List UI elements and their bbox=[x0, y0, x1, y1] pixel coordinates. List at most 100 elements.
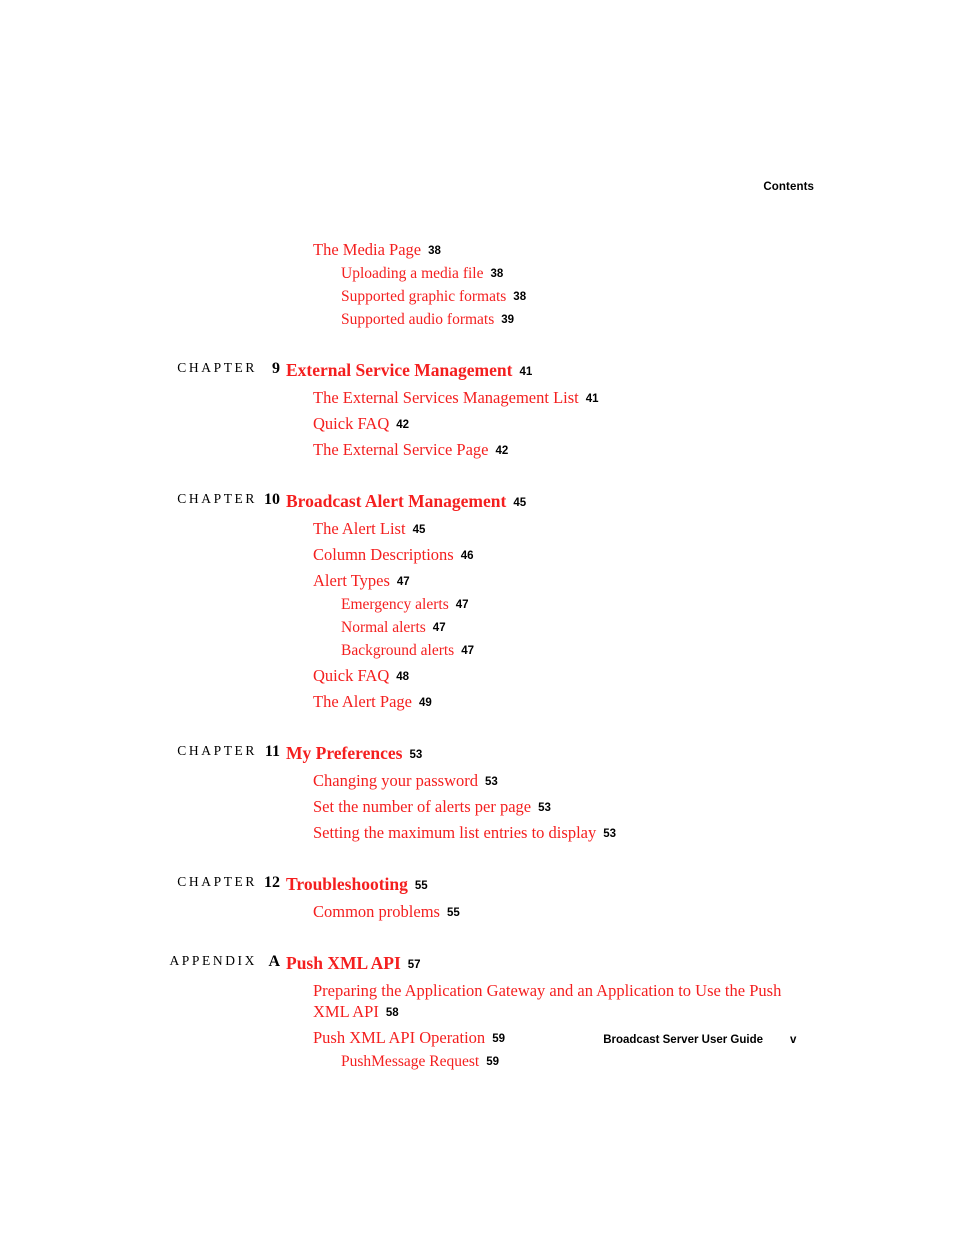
toc-entry[interactable]: PushMessage Request 59 bbox=[0, 1052, 954, 1073]
toc-entry[interactable]: Alert Types 47 bbox=[0, 571, 954, 593]
toc-chapter-number: 10 bbox=[264, 491, 280, 508]
toc-entry[interactable]: Set the number of alerts per page 53 bbox=[0, 797, 954, 819]
toc-entry-page-number: 58 bbox=[385, 1007, 399, 1019]
toc-entry[interactable]: Supported graphic formats 38 bbox=[0, 287, 954, 308]
toc-entry-label: Common problems bbox=[313, 902, 440, 921]
toc-entry[interactable]: Common problems 55 bbox=[0, 902, 954, 924]
toc-entry[interactable]: Quick FAQ 42 bbox=[0, 414, 954, 436]
toc-chapter-group: CHAPTER 9 External Service Management 41 The… bbox=[0, 360, 954, 462]
toc-entry-label: The External Service Page bbox=[313, 440, 489, 459]
toc-chapter-heading[interactable]: CHAPTER 11 My Preferences 53 bbox=[0, 743, 954, 769]
toc-chapter-title: Push XML API bbox=[286, 953, 401, 973]
toc-chapter-group: CHAPTER 10 Broadcast Alert Management 45 The… bbox=[0, 491, 954, 714]
toc-entry[interactable]: Changing your password 53 bbox=[0, 771, 954, 793]
toc-chapter-title: Troubleshooting bbox=[286, 874, 408, 894]
toc-chapter-number: 9 bbox=[272, 360, 280, 377]
toc-entry-page-number: 48 bbox=[396, 671, 410, 683]
toc-chapter-page-number: 55 bbox=[414, 880, 428, 892]
toc-entry-label: Supported graphic formats bbox=[341, 288, 507, 305]
toc-entry-page-number: 42 bbox=[495, 445, 509, 457]
toc-entry-label: The Media Page bbox=[313, 240, 422, 259]
toc-entry-label: Uploading a media file bbox=[341, 265, 484, 282]
toc-entry-page-number: 47 bbox=[455, 599, 469, 611]
toc-entry[interactable]: Background alerts 47 bbox=[0, 641, 954, 662]
toc-entry-page-number: 49 bbox=[418, 697, 432, 709]
toc-entry-label: Normal alerts bbox=[341, 619, 426, 636]
toc-entry[interactable]: The External Services Management List 41 bbox=[0, 388, 954, 410]
toc-chapter-page-number: 45 bbox=[513, 497, 527, 509]
toc-chapter-title-wrap: Troubleshooting 55 bbox=[286, 874, 428, 895]
toc-entry-label: Quick FAQ bbox=[313, 414, 390, 433]
toc-entry-page-number: 38 bbox=[513, 291, 527, 303]
footer-book-title: Broadcast Server User Guide bbox=[603, 1034, 763, 1046]
toc-chapter-number: 12 bbox=[264, 874, 280, 891]
toc-entry[interactable]: The Alert Page 49 bbox=[0, 692, 954, 714]
table-of-contents: The Media Page 38 Uploading a media file 38… bbox=[0, 236, 954, 1073]
toc-entry[interactable]: The Alert List 45 bbox=[0, 519, 954, 541]
toc-entry-label: Alert Types bbox=[313, 571, 390, 590]
toc-chapter-group: APPENDIX A Push XML API 57 Preparing the App… bbox=[0, 953, 954, 1073]
running-head: Contents bbox=[763, 181, 814, 193]
toc-chapter-number: 11 bbox=[264, 743, 280, 760]
toc-chapter-kicker: CHAPTER bbox=[177, 874, 257, 889]
toc-chapter-title-wrap: Push XML API 57 bbox=[286, 953, 421, 974]
toc-entry-page-number: 38 bbox=[490, 268, 504, 280]
toc-entry[interactable]: The Media Page 38 bbox=[0, 240, 954, 262]
toc-page: Contents The Media Page 38 Uploading a med… bbox=[0, 0, 954, 1235]
toc-chapter-kicker: CHAPTER bbox=[177, 743, 257, 758]
toc-chapter-heading[interactable]: APPENDIX A Push XML API 57 bbox=[0, 953, 954, 979]
toc-entry-page-number: 45 bbox=[412, 524, 426, 536]
toc-chapter-number: A bbox=[268, 953, 280, 970]
toc-continued-group: The Media Page 38 Uploading a media file 38… bbox=[0, 240, 954, 331]
toc-entry-page-number: 53 bbox=[603, 828, 617, 840]
toc-entry-label: PushMessage Request bbox=[341, 1053, 480, 1070]
toc-entry[interactable]: Preparing the Application Gateway and an… bbox=[0, 981, 954, 1024]
toc-entry-label: The Alert List bbox=[313, 519, 406, 538]
toc-entry-label: Preparing the Application Gateway and an… bbox=[313, 981, 782, 1021]
toc-chapter-group: CHAPTER 11 My Preferences 53 Changing your p… bbox=[0, 743, 954, 845]
toc-entry[interactable]: Column Descriptions 46 bbox=[0, 545, 954, 567]
toc-chapter-kicker: APPENDIX bbox=[169, 953, 257, 968]
toc-chapter-heading[interactable]: CHAPTER 9 External Service Management 41 bbox=[0, 360, 954, 386]
toc-chapter-title-wrap: External Service Management 41 bbox=[286, 360, 532, 381]
toc-chapter-heading[interactable]: CHAPTER 10 Broadcast Alert Management 45 bbox=[0, 491, 954, 517]
toc-entry[interactable]: Setting the maximum list entries to disp… bbox=[0, 823, 954, 845]
toc-chapter-title-wrap: My Preferences 53 bbox=[286, 743, 422, 764]
toc-entry-page-number: 41 bbox=[585, 393, 599, 405]
toc-entry-page-number: 55 bbox=[446, 907, 460, 919]
toc-entry-page-number: 38 bbox=[428, 245, 441, 257]
toc-entry-page-number: 59 bbox=[486, 1056, 499, 1068]
toc-chapter-kicker: CHAPTER bbox=[177, 360, 257, 375]
toc-chapter-title: Broadcast Alert Management bbox=[286, 491, 507, 511]
toc-chapter-title: External Service Management bbox=[286, 360, 513, 380]
footer-page-number: v bbox=[790, 1034, 797, 1046]
toc-entry[interactable]: Normal alerts 47 bbox=[0, 618, 954, 639]
toc-entry-label: Quick FAQ bbox=[313, 666, 390, 685]
toc-chapter-page-number: 41 bbox=[519, 366, 533, 378]
toc-entry-page-number: 53 bbox=[538, 802, 551, 814]
toc-entry-label: Emergency alerts bbox=[341, 596, 449, 613]
toc-entry[interactable]: Quick FAQ 48 bbox=[0, 666, 954, 688]
toc-entry-label: The External Services Management List bbox=[313, 388, 579, 407]
toc-entry[interactable]: Uploading a media file 38 bbox=[0, 264, 954, 285]
toc-entry-page-number: 47 bbox=[396, 576, 410, 588]
toc-entry-label: Supported audio formats bbox=[341, 311, 495, 328]
toc-entry-page-number: 47 bbox=[432, 622, 446, 634]
toc-entry-page-number: 47 bbox=[461, 645, 474, 657]
toc-entry-label: Set the number of alerts per page bbox=[313, 797, 532, 816]
page-footer: Broadcast Server User Guide v bbox=[0, 1034, 954, 1054]
toc-entry[interactable]: Supported audio formats 39 bbox=[0, 310, 954, 331]
toc-chapter-page-number: 53 bbox=[409, 749, 423, 761]
toc-entry-page-number: 39 bbox=[501, 314, 515, 326]
toc-entry[interactable]: Emergency alerts 47 bbox=[0, 595, 954, 616]
toc-entry-page-number: 53 bbox=[484, 776, 498, 788]
toc-chapter-title: My Preferences bbox=[286, 743, 403, 763]
toc-entry[interactable]: The External Service Page 42 bbox=[0, 440, 954, 462]
toc-entry-label: The Alert Page bbox=[313, 692, 412, 711]
toc-entry-page-number: 42 bbox=[396, 419, 410, 431]
toc-chapter-title-wrap: Broadcast Alert Management 45 bbox=[286, 491, 526, 512]
toc-entry-page-number: 46 bbox=[460, 550, 474, 562]
toc-chapter-group: CHAPTER 12 Troubleshooting 55 Common problem… bbox=[0, 874, 954, 924]
toc-chapter-heading[interactable]: CHAPTER 12 Troubleshooting 55 bbox=[0, 874, 954, 900]
toc-chapter-page-number: 57 bbox=[407, 959, 421, 971]
